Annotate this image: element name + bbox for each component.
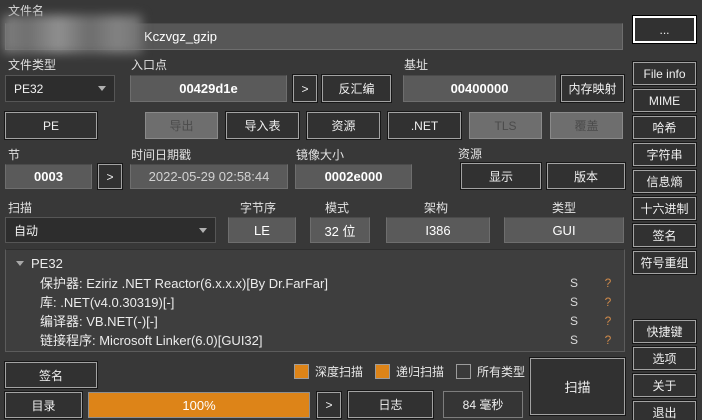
sidebar-item-hex[interactable]: 十六进制 (633, 197, 696, 220)
signature-flag[interactable]: S (566, 333, 582, 347)
recursive-scan-checkbox[interactable]: 递归扫描 (375, 363, 444, 380)
recursive-scan-label: 递归扫描 (396, 365, 445, 379)
sidebar-item-demangle[interactable]: 符号重组 (633, 251, 696, 274)
all-types-checkbox[interactable]: 所有类型 (456, 363, 525, 380)
image-size-value[interactable]: 0002e000 (295, 164, 412, 189)
checkbox-icon[interactable] (456, 364, 472, 379)
endianness-label: 字节序 (240, 201, 277, 215)
progress-more-button[interactable]: > (317, 392, 341, 418)
question-flag[interactable]: ? (600, 295, 616, 309)
resources-button[interactable]: 资源 (307, 112, 380, 139)
detection-text: 库: .NET(v4.0.30319)[-] (40, 295, 175, 310)
entry-point-label: 入口点 (131, 58, 168, 72)
sidebar-item-file-info[interactable]: File info (633, 62, 696, 85)
chevron-down-icon (199, 227, 207, 233)
deep-scan-label: 深度扫描 (315, 365, 364, 379)
tls-button: TLS (469, 112, 542, 139)
log-button[interactable]: 日志 (348, 391, 433, 418)
all-types-label: 所有类型 (477, 365, 526, 379)
detection-row[interactable]: 保护器: Eziriz .NET Reactor(6.x.x.x)[By Dr.… (6, 273, 624, 292)
type-value: GUI (504, 217, 624, 243)
pe-button[interactable]: PE (5, 112, 97, 139)
detection-text: 链接程序: Microsoft Linker(6.0)[GUI32] (40, 333, 263, 348)
detection-text: 保护器: Eziriz .NET Reactor(6.x.x.x)[By Dr.… (40, 276, 328, 291)
directory-button[interactable]: 目录 (5, 392, 82, 418)
disassemble-button[interactable]: 反汇编 (322, 75, 391, 102)
overlay-button: 覆盖 (550, 112, 623, 139)
mode-label: 模式 (325, 201, 350, 215)
arch-value: I386 (386, 217, 490, 243)
collapse-triangle-icon[interactable] (16, 261, 24, 266)
checkbox-icon[interactable] (375, 364, 391, 379)
checkbox-icon[interactable] (294, 364, 309, 379)
sidebar-item-exit[interactable]: 退出 (633, 401, 696, 420)
browse-button[interactable]: ... (633, 16, 696, 43)
scan-method-select[interactable]: 自动 (5, 217, 216, 243)
import-table-button[interactable]: 导入表 (226, 112, 299, 139)
sidebar-item-strings[interactable]: 字符串 (633, 143, 696, 166)
question-flag[interactable]: ? (600, 276, 616, 290)
signature-flag[interactable]: S (566, 276, 582, 290)
filename-value: Kczvgz_gzip (144, 29, 217, 44)
resources-group-label: 资源 (458, 147, 483, 161)
question-flag[interactable]: ? (600, 333, 616, 347)
timestamp-value: 2022-05-29 02:58:44 (130, 164, 288, 189)
sidebar-item-shortcuts[interactable]: 快捷键 (633, 320, 696, 343)
memory-map-button[interactable]: 内存映射 (561, 75, 624, 102)
export-button: 导出 (145, 112, 218, 139)
base-address-value[interactable]: 00400000 (403, 75, 556, 102)
image-size-label: 镜像大小 (296, 148, 345, 162)
type-label: 类型 (552, 201, 577, 215)
entry-point-value[interactable]: 00429d1e (130, 75, 287, 102)
sidebar-item-hash[interactable]: 哈希 (633, 116, 696, 139)
signatures-button[interactable]: 签名 (5, 362, 97, 388)
sections-label: 节 (8, 148, 21, 162)
endianness-value: LE (228, 217, 296, 243)
detection-row[interactable]: 库: .NET(v4.0.30319)[-] S ? (6, 292, 624, 311)
progress-value: 100% (182, 397, 216, 413)
sidebar-item-about[interactable]: 关于 (633, 374, 696, 397)
scan-method-value: 自动 (14, 223, 39, 238)
detection-row[interactable]: 链接程序: Microsoft Linker(6.0)[GUI32] S ? (6, 330, 624, 349)
resources-show-button[interactable]: 显示 (461, 163, 541, 189)
file-type-select[interactable]: PE32 (5, 75, 115, 102)
sidebar-item-mime[interactable]: MIME (633, 89, 696, 112)
scan-button[interactable]: 扫描 (530, 358, 625, 415)
base-address-label: 基址 (404, 58, 429, 72)
entry-point-more-button[interactable]: > (293, 75, 317, 102)
detection-text: 编译器: VB.NET(-)[-] (40, 314, 158, 329)
elapsed-time: 84 毫秒 (443, 391, 523, 418)
sections-more-button[interactable]: > (98, 164, 122, 189)
tree-root-label: PE32 (31, 256, 63, 271)
question-flag[interactable]: ? (600, 314, 616, 328)
timestamp-label: 时间日期戳 (131, 148, 192, 162)
scan-options-group: 深度扫描 递归扫描 所有类型 (294, 362, 525, 381)
signature-flag[interactable]: S (566, 295, 582, 309)
tree-root-row[interactable]: PE32 (6, 254, 624, 273)
resources-version-button[interactable]: 版本 (547, 163, 625, 189)
sidebar-item-signatures[interactable]: 签名 (633, 224, 696, 247)
redacted-blur (3, 15, 142, 53)
progress-bar: 100% (88, 392, 310, 418)
mode-value: 32 位 (310, 217, 370, 243)
dotnet-button[interactable]: .NET (388, 112, 461, 139)
sections-count[interactable]: 0003 (5, 164, 92, 189)
signature-flag[interactable]: S (566, 314, 582, 328)
sidebar-item-options[interactable]: 选项 (633, 347, 696, 370)
deep-scan-checkbox[interactable]: 深度扫描 (294, 363, 363, 380)
arch-label: 架构 (424, 201, 449, 215)
chevron-down-icon (98, 86, 106, 91)
sidebar-item-entropy[interactable]: 信息熵 (633, 170, 696, 193)
detection-row[interactable]: 编译器: VB.NET(-)[-] S ? (6, 311, 624, 330)
file-type-label: 文件类型 (8, 58, 57, 72)
die-window: 文件名 Kczvgz_gzip ... 文件类型 PE32 入口点 00429d… (0, 0, 702, 420)
file-type-value: PE32 (14, 81, 44, 96)
scan-label: 扫描 (8, 201, 33, 215)
scan-results-panel: PE32 保护器: Eziriz .NET Reactor(6.x.x.x)[B… (5, 249, 625, 352)
